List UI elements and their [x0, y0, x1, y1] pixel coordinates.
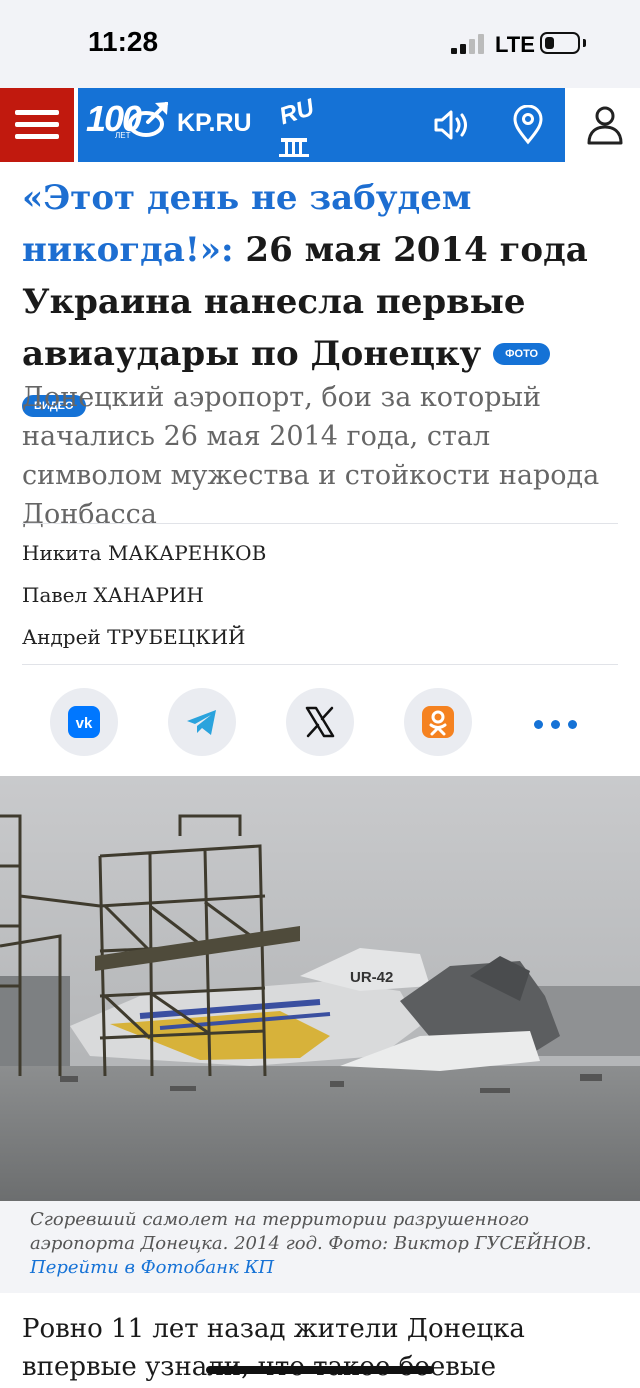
- photo-tail-text: UR-42: [350, 969, 393, 986]
- svg-text:vk: vk: [76, 715, 93, 732]
- divider: [22, 523, 618, 524]
- photobank-link[interactable]: Перейти в Фотобанк КП: [30, 1257, 274, 1278]
- badge-photo[interactable]: ФОТО: [493, 343, 551, 365]
- share-telegram-button[interactable]: [168, 688, 236, 756]
- telegram-icon: [187, 710, 216, 735]
- battery-cap: [583, 39, 586, 47]
- location-icon[interactable]: [508, 105, 548, 145]
- article-body: Ровно 11 лет назад жители Донецка впервы…: [22, 1314, 525, 1382]
- menu-button[interactable]: [0, 88, 74, 162]
- share-ok-button[interactable]: [404, 688, 472, 756]
- divider: [22, 664, 618, 665]
- photo-caption: Сгоревший самолет на территории разрушен…: [30, 1208, 620, 1280]
- author-name[interactable]: Никита МАКАРЕНКОВ: [22, 541, 266, 565]
- photo-burned-plane: UR-42: [0, 776, 640, 1201]
- share-x-button[interactable]: [286, 688, 354, 756]
- home-indicator[interactable]: [206, 1366, 434, 1374]
- status-bar: 11:28 LTE: [0, 0, 640, 88]
- author-name[interactable]: Андрей ТРУБЕЦКИЙ: [22, 625, 245, 649]
- signal-icon: [451, 34, 487, 54]
- battery-icon: [540, 32, 580, 54]
- article-subtitle: Донецкий аэропорт, бои за который начали…: [22, 382, 600, 530]
- caption-text: Сгоревший самолет на территории разрушен…: [30, 1209, 592, 1254]
- share-vk-button[interactable]: vk: [50, 688, 118, 756]
- logo-column-icon: RU: [276, 94, 318, 157]
- article-photo[interactable]: UR-42: [0, 776, 640, 1201]
- profile-button[interactable]: [570, 88, 640, 162]
- brand-bar: 100 ЛЕТ KP.RU RU: [78, 88, 565, 162]
- odnoklassniki-icon: [422, 706, 454, 738]
- user-icon: [587, 106, 623, 145]
- logo-arrow-icon: [128, 102, 168, 137]
- audio-icon[interactable]: [432, 105, 472, 145]
- svg-text:RU: RU: [276, 94, 318, 130]
- site-header: 100 ЛЕТ KP.RU RU: [0, 88, 640, 162]
- logo-site: KP.RU: [177, 109, 252, 137]
- more-share-button[interactable]: [522, 688, 590, 756]
- vk-icon: vk: [68, 706, 100, 738]
- network-type: LTE: [495, 32, 535, 57]
- x-icon: [305, 706, 335, 738]
- author-name[interactable]: Павел ХАНАРИН: [22, 583, 204, 607]
- status-time: 11:28: [88, 26, 159, 57]
